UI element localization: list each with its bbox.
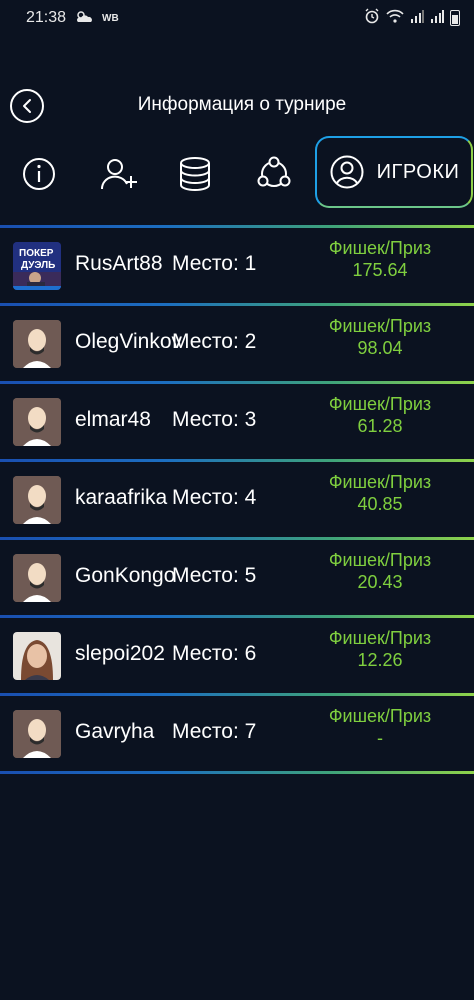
tab-players[interactable]: ИГРОКИ	[315, 136, 473, 208]
list-item[interactable]: Gavryha Место: 7 Фишек/Приз -	[0, 696, 474, 771]
player-nick: karaafrika	[75, 486, 168, 509]
player-nick: OlegVinkov	[75, 330, 183, 353]
svg-text:ПОКЕР: ПОКЕР	[19, 248, 54, 259]
list-item[interactable]: slepoi202 Место: 6 Фишек/Приз 12.26	[0, 618, 474, 693]
signal-icon	[410, 9, 424, 28]
player-nick: Gavryha	[75, 720, 155, 743]
battery-icon	[450, 10, 460, 26]
tab-players-label: ИГРОКИ	[376, 160, 460, 183]
prize-value: 12.26	[357, 650, 403, 670]
list-item[interactable]: OlegVinkov Место: 2 Фишек/Приз 98.04	[0, 306, 474, 381]
row-divider	[0, 771, 474, 774]
prize-label: Фишек/Приз	[328, 550, 432, 570]
prize-value: 40.85	[357, 494, 403, 514]
prize-label: Фишек/Приз	[328, 316, 432, 336]
avatar	[13, 632, 61, 680]
info-icon	[23, 158, 55, 190]
user-circle-icon	[330, 155, 364, 189]
list-item[interactable]: GonKongo Место: 5 Фишек/Приз 20.43	[0, 540, 474, 615]
prize-label: Фишек/Приз	[328, 628, 432, 648]
user-plus-icon	[100, 159, 137, 190]
prize-value: 175.64	[352, 260, 408, 280]
database-icon	[180, 157, 210, 191]
tab-info[interactable]	[14, 136, 64, 212]
share-icon	[257, 156, 291, 187]
player-nick: elmar48	[75, 408, 151, 431]
list-item[interactable]: elmar48 Место: 3 Фишек/Приз 61.28	[0, 384, 474, 459]
prize-label: Фишек/Приз	[328, 238, 432, 258]
player-place: Место: 6	[172, 642, 257, 665]
avatar	[13, 320, 61, 368]
cloud-sun-icon	[74, 9, 94, 28]
prize-value: 20.43	[357, 572, 403, 592]
player-place: Место: 7	[172, 720, 257, 743]
avatar	[13, 476, 61, 524]
player-place: Место: 3	[172, 408, 257, 431]
player-nick: GonKongo	[75, 564, 176, 587]
prize-label: Фишек/Приз	[328, 706, 432, 726]
avatar	[13, 554, 61, 602]
avatar: ПОКЕР ДУЭЛЬ	[13, 242, 61, 290]
prize-label: Фишек/Приз	[328, 472, 432, 492]
status-time: 21:38	[26, 9, 67, 26]
status-bar: 21:38 WB	[0, 0, 474, 36]
tab-share[interactable]	[248, 136, 300, 212]
tab-add-player[interactable]	[94, 136, 144, 212]
avatar	[13, 710, 61, 758]
list-item[interactable]: karaafrika Место: 4 Фишек/Приз 40.85	[0, 462, 474, 537]
signal-icon	[430, 9, 444, 28]
prize-value: -	[377, 728, 383, 748]
player-place: Место: 4	[172, 486, 257, 509]
avatar	[13, 398, 61, 446]
svg-text:ДУЭЛЬ: ДУЭЛЬ	[21, 260, 55, 271]
prize-value: 61.28	[357, 416, 403, 436]
player-place: Место: 5	[172, 564, 257, 587]
wifi-icon	[386, 9, 404, 28]
list-item[interactable]: ПОКЕР ДУЭЛЬ RusArt88 Место: 1 Фишек/Приз…	[0, 228, 474, 303]
player-place: Место: 2	[172, 330, 257, 353]
header: Информация о турнире	[0, 80, 474, 136]
page-title: Информация о турнире	[137, 94, 347, 115]
tab-database[interactable]	[170, 136, 220, 212]
prize-value: 98.04	[357, 338, 403, 358]
alarm-icon	[364, 8, 380, 29]
carrier-badge: WB	[102, 12, 119, 24]
player-nick: slepoi202	[75, 642, 165, 665]
prize-label: Фишек/Приз	[328, 394, 432, 414]
player-nick: RusArt88	[75, 252, 163, 275]
player-place: Место: 1	[172, 252, 257, 275]
